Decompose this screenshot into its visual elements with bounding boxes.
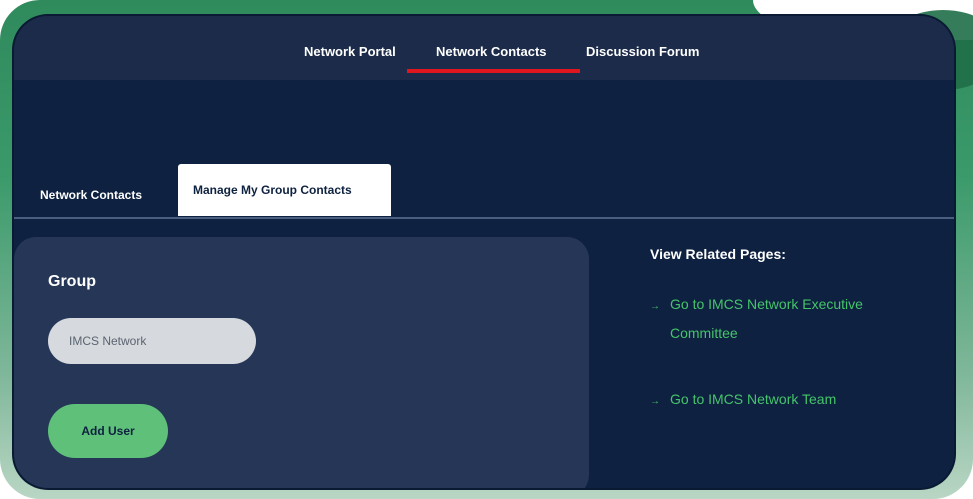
nav-network-contacts[interactable]: Network Contacts [436, 44, 547, 59]
app-window: Network Portal Network Contacts Discussi… [14, 16, 954, 488]
link-executive-committee-line2: Committee [670, 325, 738, 341]
link-network-team-label: Go to IMCS Network Team [670, 391, 837, 407]
tab-manage-my-group-contacts[interactable]: Manage My Group Contacts [178, 164, 391, 216]
tab-network-contacts[interactable]: Network Contacts [40, 188, 142, 202]
link-executive-committee[interactable]: → Go to IMCS Network Executive Committee [650, 291, 930, 346]
active-nav-indicator [407, 69, 580, 73]
add-user-button[interactable]: Add User [48, 404, 168, 458]
link-network-team[interactable]: → Go to IMCS Network Team [650, 386, 836, 415]
related-pages-title: View Related Pages: [650, 246, 786, 262]
nav-network-portal[interactable]: Network Portal [304, 44, 396, 59]
top-navigation: Network Portal Network Contacts Discussi… [14, 16, 954, 80]
group-select-field[interactable]: IMCS Network [48, 318, 256, 364]
nav-discussion-forum[interactable]: Discussion Forum [586, 44, 699, 59]
right-arrow-icon: → [650, 301, 660, 312]
tab-divider [14, 217, 954, 219]
group-label: Group [48, 273, 96, 290]
right-arrow-icon: → [650, 396, 660, 407]
link-executive-committee-line1: Go to IMCS Network Executive [670, 296, 863, 312]
